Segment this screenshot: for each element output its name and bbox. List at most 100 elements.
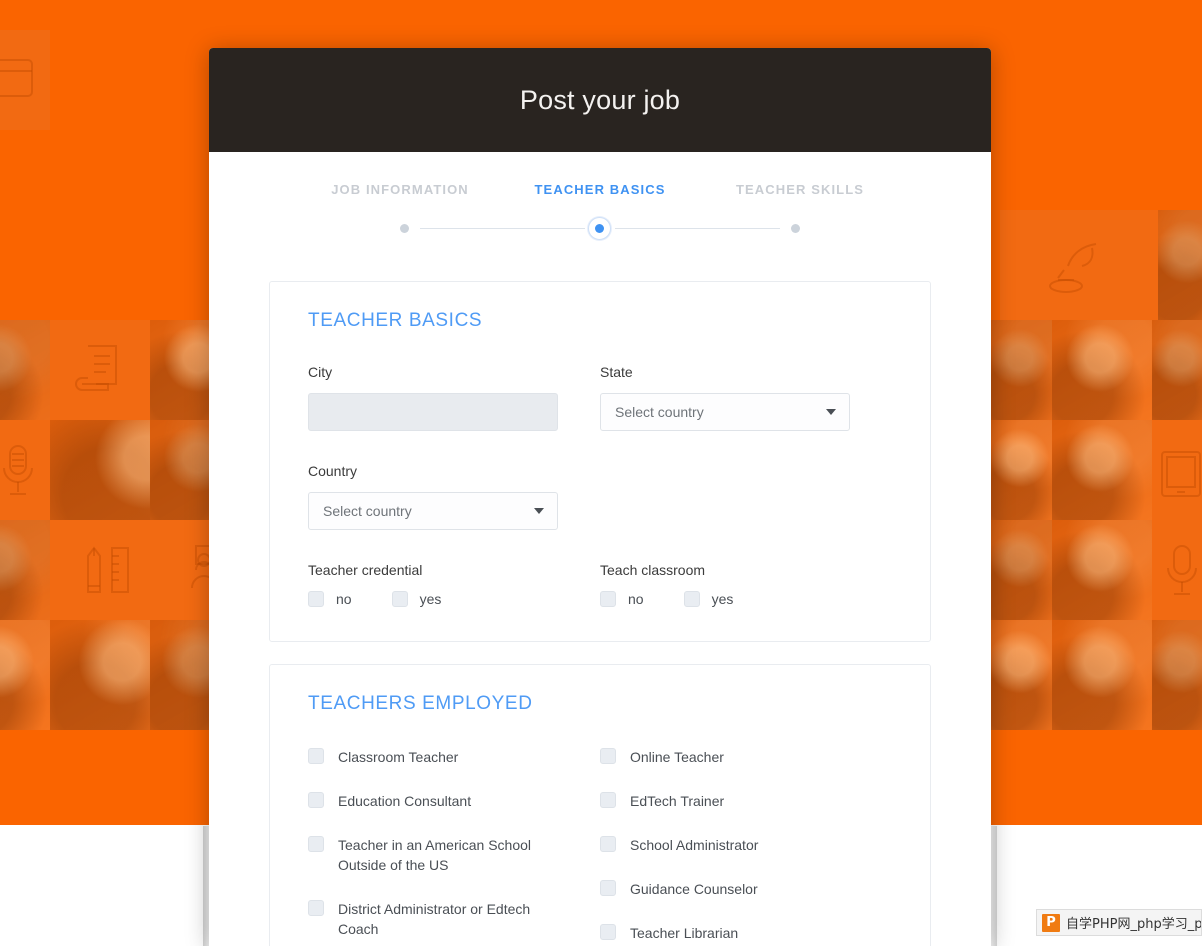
teach-classroom-yes-label: yes: [711, 591, 734, 607]
checkbox-icon[interactable]: [600, 591, 616, 607]
quill-inkwell-icon: [1046, 240, 1102, 296]
stepper-dot-teacher-basics[interactable]: [588, 217, 611, 240]
teachers-employed-title: TEACHERS EMPLOYED: [308, 693, 533, 714]
list-item[interactable]: Online Teacher: [600, 747, 892, 767]
teachers-employed-left-column: Classroom Teacher Education Consultant T…: [308, 747, 600, 946]
list-item[interactable]: School Administrator: [600, 835, 892, 855]
stepper-dot-job-information[interactable]: [400, 224, 409, 233]
page-root: V t Post your job JOB INFORMATION TE: [0, 0, 1202, 946]
list-item[interactable]: District Administrator or Edtech Coach: [308, 899, 600, 939]
teachers-employed-card: TEACHERS EMPLOYED Classroom Teacher Educ…: [269, 664, 931, 946]
collage-tile: [0, 520, 50, 620]
teacher-credential-yes[interactable]: yes: [391, 591, 442, 607]
city-field: City: [308, 364, 600, 431]
collage-tile: [1052, 320, 1152, 420]
modal-header: Post your job: [209, 48, 991, 152]
tab-teacher-skills[interactable]: TEACHER SKILLS: [700, 182, 900, 197]
teach-classroom-yes[interactable]: yes: [683, 591, 734, 607]
checkbox-icon[interactable]: [308, 591, 324, 607]
country-field: Country Select country: [308, 463, 600, 530]
collage-tile: [0, 420, 50, 520]
teach-classroom-options: no yes: [600, 591, 892, 607]
teacher-credential-yes-label: yes: [419, 591, 442, 607]
teacher-basics-fields: City State Select country Country Select…: [308, 364, 892, 607]
list-item[interactable]: Teacher Librarian: [600, 923, 892, 943]
checkbox-icon[interactable]: [600, 748, 616, 764]
watermark-text: 自学PHP网_php学习_php教程: [1066, 917, 1202, 932]
collage-tile: [1152, 520, 1202, 620]
state-select-value: Select country: [615, 404, 704, 420]
teach-classroom-label: Teach classroom: [600, 562, 706, 578]
list-item-label: District Administrator or Edtech Coach: [338, 901, 531, 937]
state-field: State Select country: [600, 364, 892, 431]
modal-body: JOB INFORMATION TEACHER BASICS TEACHER S…: [209, 152, 991, 946]
list-item-label: Teacher in an American School Outside of…: [338, 837, 531, 873]
list-item[interactable]: Teacher in an American School Outside of…: [308, 835, 600, 875]
list-item[interactable]: Education Consultant: [308, 791, 600, 811]
teacher-credential-field: Teacher credential no yes: [308, 562, 600, 607]
checkbox-icon[interactable]: [600, 792, 616, 808]
collage-tile: [1152, 320, 1202, 420]
teacher-credential-no-label: no: [336, 591, 352, 607]
state-select[interactable]: Select country: [600, 393, 850, 431]
state-select-wrap: Select country: [600, 393, 850, 431]
modal-title: Post your job: [519, 84, 681, 115]
list-item[interactable]: Guidance Counselor: [600, 879, 892, 899]
teach-classroom-field: Teach classroom no yes: [600, 562, 892, 607]
stepper-labels: JOB INFORMATION TEACHER BASICS TEACHER S…: [209, 182, 991, 197]
teach-classroom-no[interactable]: no: [600, 591, 644, 607]
microphone-icon: [0, 442, 38, 498]
collage-tile: [990, 520, 1052, 620]
checkbox-icon[interactable]: [683, 591, 700, 607]
country-select-value: Select country: [323, 503, 412, 519]
collage-tile: [990, 620, 1052, 730]
list-item-label: School Administrator: [630, 837, 759, 853]
checkbox-icon[interactable]: [308, 748, 324, 764]
state-label: State: [600, 364, 633, 380]
checkbox-icon[interactable]: [600, 924, 616, 940]
checkbox-icon[interactable]: [308, 792, 324, 808]
teacher-credential-options: no yes: [308, 591, 600, 607]
stepper-connector-1: [420, 228, 585, 229]
list-item-label: Teacher Librarian: [630, 925, 739, 941]
state-field-empty-slot: [600, 463, 892, 530]
list-item[interactable]: Classroom Teacher: [308, 747, 600, 767]
collage-tile: [1052, 420, 1152, 520]
checkbox-icon[interactable]: [308, 836, 324, 852]
stepper-connector-2: [615, 228, 780, 229]
collage-tile: [1152, 620, 1202, 730]
collage-tile: [0, 320, 50, 420]
checkbox-icon[interactable]: [391, 591, 408, 607]
teachers-employed-grid: Classroom Teacher Education Consultant T…: [308, 747, 892, 946]
collage-tile: [990, 320, 1052, 420]
list-item[interactable]: EdTech Trainer: [600, 791, 892, 811]
tab-job-information[interactable]: JOB INFORMATION: [300, 182, 500, 197]
teachers-employed-right-column: Online Teacher EdTech Trainer School Adm…: [600, 747, 892, 946]
list-item-label: Guidance Counselor: [630, 881, 758, 897]
list-item-label: Education Consultant: [338, 793, 472, 809]
watermark-logo-icon: P: [1042, 913, 1060, 932]
checkbox-icon[interactable]: [308, 900, 324, 916]
teacher-basics-title: TEACHER BASICS: [308, 310, 483, 331]
collage-tile: [1152, 420, 1202, 520]
collage-tile: [1158, 210, 1202, 320]
stepper-dot-teacher-skills[interactable]: [791, 224, 800, 233]
teacher-credential-label: Teacher credential: [308, 562, 423, 578]
wizard-stepper: JOB INFORMATION TEACHER BASICS TEACHER S…: [209, 152, 991, 240]
teacher-basics-card: TEACHER BASICS City State Select country: [269, 281, 931, 642]
checkbox-icon[interactable]: [600, 880, 616, 896]
country-label: Country: [308, 463, 358, 479]
modal-edge-shadow-right: [990, 826, 997, 946]
field-row-spacer: [308, 530, 892, 562]
city-input[interactable]: [308, 393, 558, 431]
city-label: City: [308, 364, 333, 380]
teacher-credential-no[interactable]: no: [308, 591, 352, 607]
scroll-icon: [74, 340, 126, 396]
country-select[interactable]: Select country: [308, 492, 558, 530]
checkbox-icon[interactable]: [600, 836, 616, 852]
site-watermark: P 自学PHP网_php学习_php教程: [1036, 909, 1202, 936]
tab-teacher-basics[interactable]: TEACHER BASICS: [500, 182, 700, 197]
collage-tile: [0, 620, 50, 730]
collage-tile: [50, 320, 150, 420]
teach-classroom-no-label: no: [628, 591, 644, 607]
